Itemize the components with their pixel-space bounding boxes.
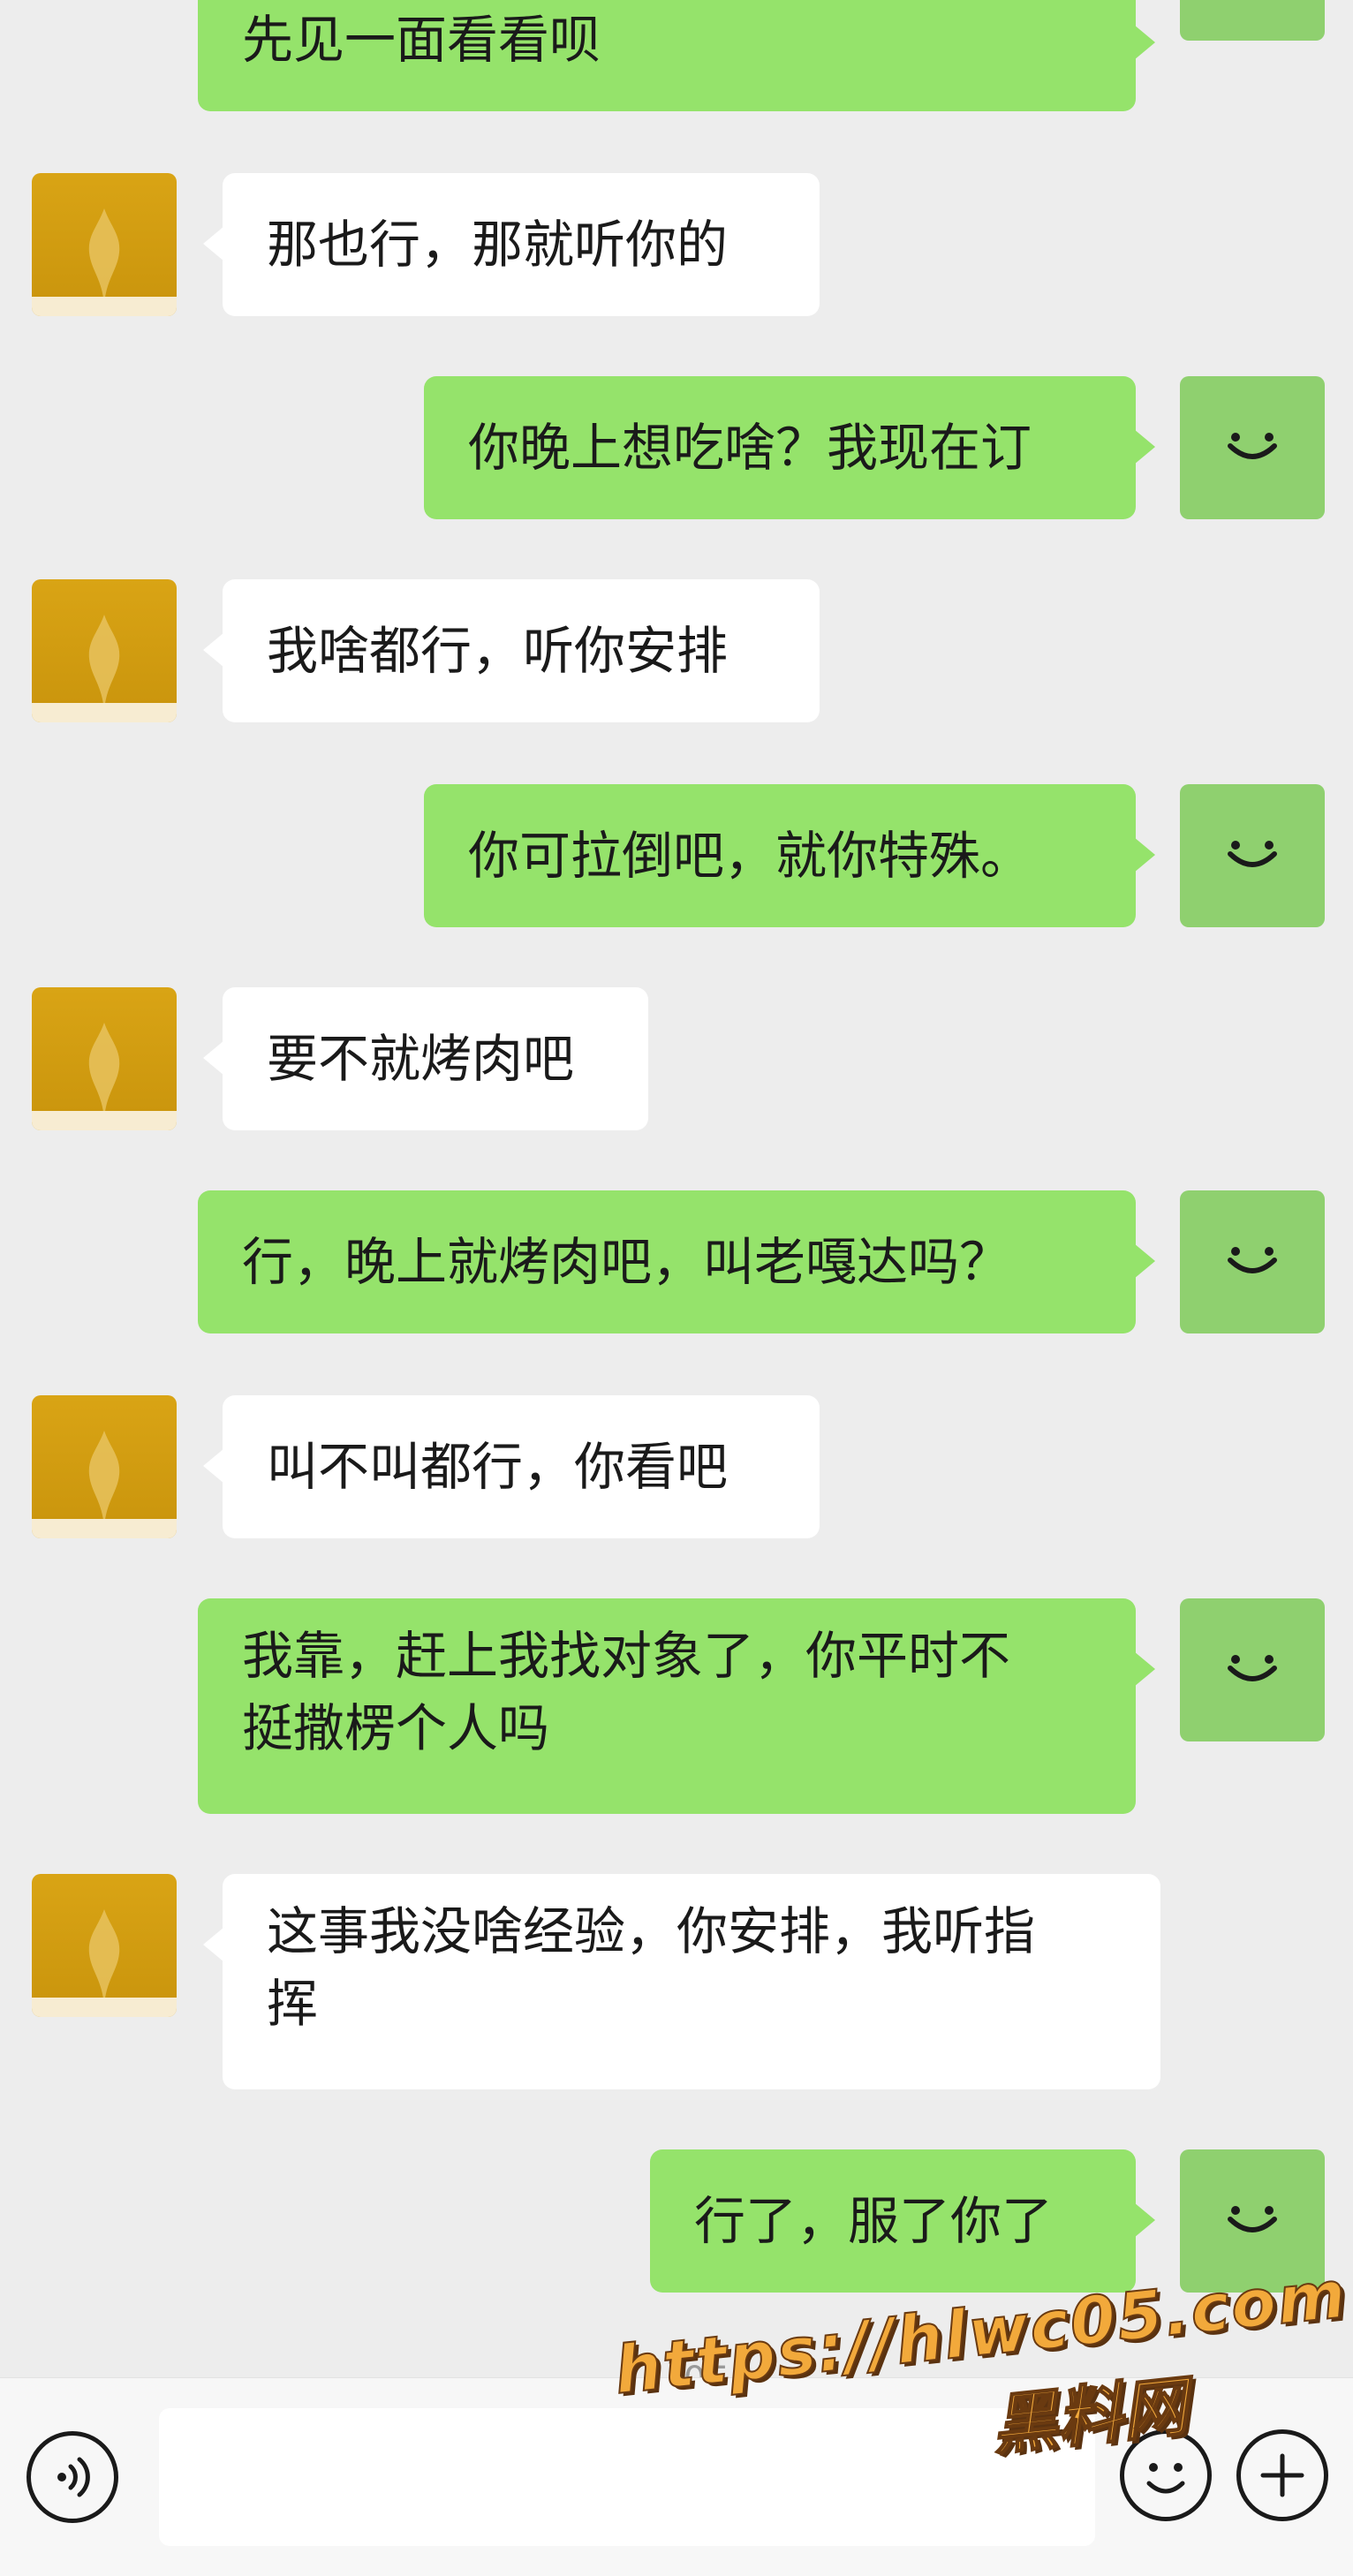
message-text: 行，晚上就烤肉吧，叫老嘎达吗？	[242, 1232, 1011, 1292]
message-text: 那也行，那就听你的	[267, 215, 729, 275]
message-text: 这事我没啥经验，你安排，我听指 挥	[267, 1901, 1036, 2034]
smiley-icon	[1228, 433, 1277, 459]
plus-icon	[1260, 2453, 1304, 2497]
message-bubble-other[interactable]: 要不就烤肉吧	[203, 987, 648, 1130]
my-avatar[interactable]	[1180, 0, 1325, 41]
message-bubble-me[interactable]: 你可拉倒吧，就你特殊。	[424, 784, 1155, 927]
tree-icon	[88, 208, 120, 306]
message-bubble-other[interactable]: 这事我没啥经验，你安排，我听指 挥	[203, 1874, 1160, 2089]
message-bubble-me[interactable]: 你晚上想吃啥？我现在订	[424, 376, 1155, 519]
contact-avatar[interactable]	[32, 579, 177, 722]
my-avatar[interactable]	[1180, 1598, 1325, 1741]
tree-icon	[88, 1431, 120, 1528]
my-avatar[interactable]	[1180, 376, 1325, 519]
my-avatar[interactable]	[1180, 1190, 1325, 1333]
message-text: 我靠，赶上我找对象了，你平时不 挺撒楞个人吗	[242, 1626, 1011, 1758]
message-text: 你晚上想吃啥？我现在订	[468, 418, 1032, 478]
more-button[interactable]	[1236, 2429, 1328, 2521]
message-text: 我啥都行，听你安排	[267, 621, 729, 681]
contact-avatar[interactable]	[32, 1395, 177, 1538]
smiley-icon	[1228, 1655, 1277, 1681]
message-bubble-me[interactable]: 先见一面看看呗	[198, 0, 1155, 111]
smiley-icon	[1228, 2206, 1277, 2232]
contact-avatar[interactable]	[32, 987, 177, 1130]
voice-icon	[57, 2457, 90, 2497]
message-text: 先见一面看看呗	[242, 10, 601, 70]
message-bubble-other[interactable]: 那也行，那就听你的	[203, 173, 820, 316]
tree-icon	[88, 1023, 120, 1120]
message-bubble-other[interactable]: 我啥都行，听你安排	[203, 579, 820, 722]
message-bubble-me[interactable]: 行了，服了你了	[650, 2149, 1155, 2293]
message-text: 你可拉倒吧，就你特殊。	[468, 826, 1032, 886]
message-text: 行了，服了你了	[694, 2191, 1054, 2251]
message-text: 要不就烤肉吧	[267, 1029, 575, 1089]
tree-icon	[88, 1909, 120, 2006]
smiley-icon	[1228, 841, 1277, 867]
contact-avatar[interactable]	[32, 173, 177, 316]
message-bubble-me[interactable]: 我靠，赶上我找对象了，你平时不 挺撒楞个人吗	[198, 1598, 1155, 1814]
voice-button[interactable]	[26, 2431, 118, 2523]
chat-area[interactable]: 先见一面看看呗 那也行，那就听你的 你晚上想吃啥？我现在订 我啥都行，听你安排 …	[0, 0, 1353, 2367]
message-bubble-other[interactable]: 叫不叫都行，你看吧	[203, 1395, 820, 1538]
message-text: 叫不叫都行，你看吧	[267, 1437, 729, 1497]
message-bubble-me[interactable]: 行，晚上就烤肉吧，叫老嘎达吗？	[198, 1190, 1155, 1333]
tree-icon	[88, 615, 120, 712]
my-avatar[interactable]	[1180, 784, 1325, 927]
smiley-icon	[1228, 1247, 1277, 1273]
contact-avatar[interactable]	[32, 1874, 177, 2017]
